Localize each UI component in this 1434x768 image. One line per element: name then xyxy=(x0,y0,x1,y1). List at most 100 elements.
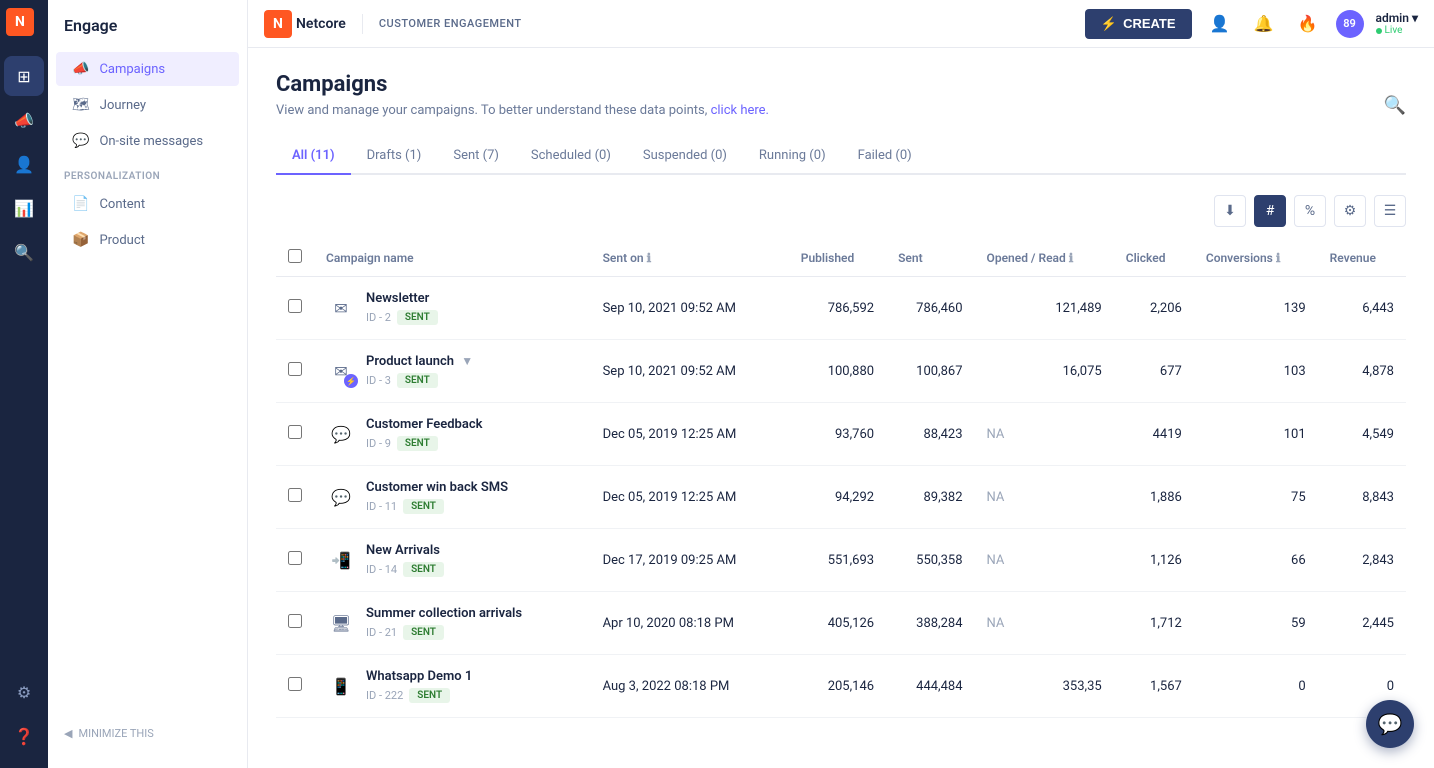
table-row: 🖥 Summer collection arrivals ID - 21 SEN… xyxy=(276,592,1406,655)
notification-count: 89 xyxy=(1343,17,1356,30)
rail-icon-search[interactable]: 🔍 xyxy=(4,232,44,272)
row-sent: 786,460 xyxy=(886,277,974,340)
row-sent-on: Sep 10, 2021 09:52 AM xyxy=(591,277,789,340)
row-published: 100,880 xyxy=(789,340,886,403)
campaign-id: ID - 222 xyxy=(366,689,403,702)
campaign-title[interactable]: Summer collection arrivals xyxy=(366,606,522,621)
rail-icon-chart[interactable]: 📊 xyxy=(4,188,44,228)
sent-on-info-icon: ℹ xyxy=(647,251,652,265)
notification-badge[interactable]: 89 xyxy=(1336,10,1364,38)
row-checkbox-5[interactable] xyxy=(288,614,302,628)
user-profile-icon[interactable]: 👤 xyxy=(1204,8,1236,40)
rail-icon-person[interactable]: 👤 xyxy=(4,144,44,184)
search-icon-btn[interactable]: 🔍 xyxy=(1384,95,1406,116)
row-checkbox-cell xyxy=(276,277,314,340)
tab-scheduled[interactable]: Scheduled (0) xyxy=(515,138,627,175)
rail-icon-grid[interactable]: ⊞ xyxy=(4,56,44,96)
opened-info-icon: ℹ xyxy=(1069,251,1074,265)
row-clicked: 1,126 xyxy=(1114,529,1194,592)
campaign-title[interactable]: Product launch ▼ xyxy=(366,354,473,369)
col-sent-on: Sent on ℹ xyxy=(591,239,789,277)
table-toolbar: ⬇ # % ⚙ ☰ xyxy=(276,195,1406,227)
select-all-checkbox[interactable] xyxy=(288,249,302,263)
campaign-title[interactable]: New Arrivals xyxy=(366,543,444,558)
fire-icon[interactable]: 🔥 xyxy=(1292,8,1324,40)
campaign-title[interactable]: Newsletter xyxy=(366,291,438,306)
notification-bell-icon[interactable]: 🔔 xyxy=(1248,8,1280,40)
row-opened-read: 353,35 xyxy=(975,655,1114,718)
rail-icon-megaphone[interactable]: 📣 xyxy=(4,100,44,140)
campaign-title[interactable]: Customer Feedback xyxy=(366,417,482,432)
row-checkbox-4[interactable] xyxy=(288,551,302,565)
campaign-id: ID - 21 xyxy=(366,626,397,639)
tab-drafts[interactable]: Drafts (1) xyxy=(351,138,438,175)
filter-button[interactable]: ☰ xyxy=(1374,195,1406,227)
col-conversions: Conversions ℹ xyxy=(1194,239,1318,277)
rail-icon-help[interactable]: ❓ xyxy=(4,716,44,756)
row-revenue: 2,843 xyxy=(1318,529,1406,592)
sidebar-item-content[interactable]: 📄 Content xyxy=(56,187,239,221)
status-badge: SENT xyxy=(409,688,450,703)
col-published: Published xyxy=(789,239,886,277)
page-header-row: Campaigns View and manage your campaigns… xyxy=(276,72,1406,138)
page-content: Campaigns View and manage your campaigns… xyxy=(248,48,1434,768)
row-opened-read: NA xyxy=(975,529,1114,592)
row-checkbox-3[interactable] xyxy=(288,488,302,502)
table-header-row: Campaign name Sent on ℹ Published Sent O… xyxy=(276,239,1406,277)
create-label: CREATE xyxy=(1123,16,1175,31)
row-sent: 388,284 xyxy=(886,592,974,655)
hash-view-button[interactable]: # xyxy=(1254,195,1286,227)
journey-icon: 🗺 xyxy=(72,97,90,113)
personalization-section-label: PERSONALIZATION xyxy=(48,159,247,186)
sidebar-item-label-product: Product xyxy=(99,233,144,248)
subtitle-text: View and manage your campaigns. To bette… xyxy=(276,103,707,118)
sidebar-item-label-campaigns: Campaigns xyxy=(99,62,165,77)
row-opened-read: 16,075 xyxy=(975,340,1114,403)
row-published: 786,592 xyxy=(789,277,886,340)
product-icon: 📦 xyxy=(72,232,89,248)
tab-running[interactable]: Running (0) xyxy=(743,138,842,175)
row-conversions: 101 xyxy=(1194,403,1318,466)
row-sent-on: Dec 05, 2019 12:25 AM xyxy=(591,466,789,529)
row-checkbox-0[interactable] xyxy=(288,299,302,313)
row-opened-read: 121,489 xyxy=(975,277,1114,340)
campaign-title[interactable]: Whatsapp Demo 1 xyxy=(366,669,472,684)
row-checkbox-2[interactable] xyxy=(288,425,302,439)
tab-sent[interactable]: Sent (7) xyxy=(437,138,515,175)
chat-button[interactable]: 💬 xyxy=(1366,700,1414,748)
sidebar-item-product[interactable]: 📦 Product xyxy=(56,223,239,257)
row-checkbox-6[interactable] xyxy=(288,677,302,691)
netcore-logo-icon[interactable]: N xyxy=(6,8,34,36)
create-button[interactable]: ⚡ CREATE xyxy=(1085,9,1192,39)
sidebar-item-onsite[interactable]: 💬 On-site messages xyxy=(56,124,239,158)
row-checkbox-1[interactable] xyxy=(288,362,302,376)
status-badge: SENT xyxy=(397,373,438,388)
row-revenue: 6,443 xyxy=(1318,277,1406,340)
status-badge: SENT xyxy=(397,436,438,451)
campaign-type-icon: 📲 xyxy=(326,545,356,575)
subtitle-link[interactable]: click here. xyxy=(711,103,769,118)
minimize-label: MINIMIZE THIS xyxy=(78,727,153,740)
download-button[interactable]: ⬇ xyxy=(1214,195,1246,227)
table-row: 💬 Customer Feedback ID - 9 SENT Dec 05, … xyxy=(276,403,1406,466)
row-conversions: 103 xyxy=(1194,340,1318,403)
tab-all[interactable]: All (11) xyxy=(276,138,351,175)
percent-view-button[interactable]: % xyxy=(1294,195,1326,227)
expand-icon[interactable]: ▼ xyxy=(461,354,473,368)
table-row: ✉ ⚡ Product launch ▼ ID - 3 SENT Sep 10,… xyxy=(276,340,1406,403)
tab-suspended[interactable]: Suspended (0) xyxy=(627,138,743,175)
table-row: 📲 New Arrivals ID - 14 SENT Dec 17, 2019… xyxy=(276,529,1406,592)
campaign-type-icon: 💬 xyxy=(326,482,356,512)
sidebar-item-campaigns[interactable]: 📣 Campaigns xyxy=(56,52,239,86)
column-settings-button[interactable]: ⚙ xyxy=(1334,195,1366,227)
campaign-title[interactable]: Customer win back SMS xyxy=(366,480,508,495)
rail-icon-settings[interactable]: ⚙ xyxy=(4,672,44,712)
admin-info[interactable]: admin ▾ Live xyxy=(1376,11,1418,36)
minimize-button[interactable]: ◀ MINIMIZE THIS xyxy=(64,727,231,740)
col-opened-read: Opened / Read ℹ xyxy=(975,239,1114,277)
row-name-cell: ✉ Newsletter ID - 2 SENT xyxy=(314,277,591,340)
row-sent: 100,867 xyxy=(886,340,974,403)
sidebar-item-journey[interactable]: 🗺 Journey xyxy=(56,88,239,122)
row-name-cell: 📲 New Arrivals ID - 14 SENT xyxy=(314,529,591,592)
tab-failed[interactable]: Failed (0) xyxy=(842,138,928,175)
